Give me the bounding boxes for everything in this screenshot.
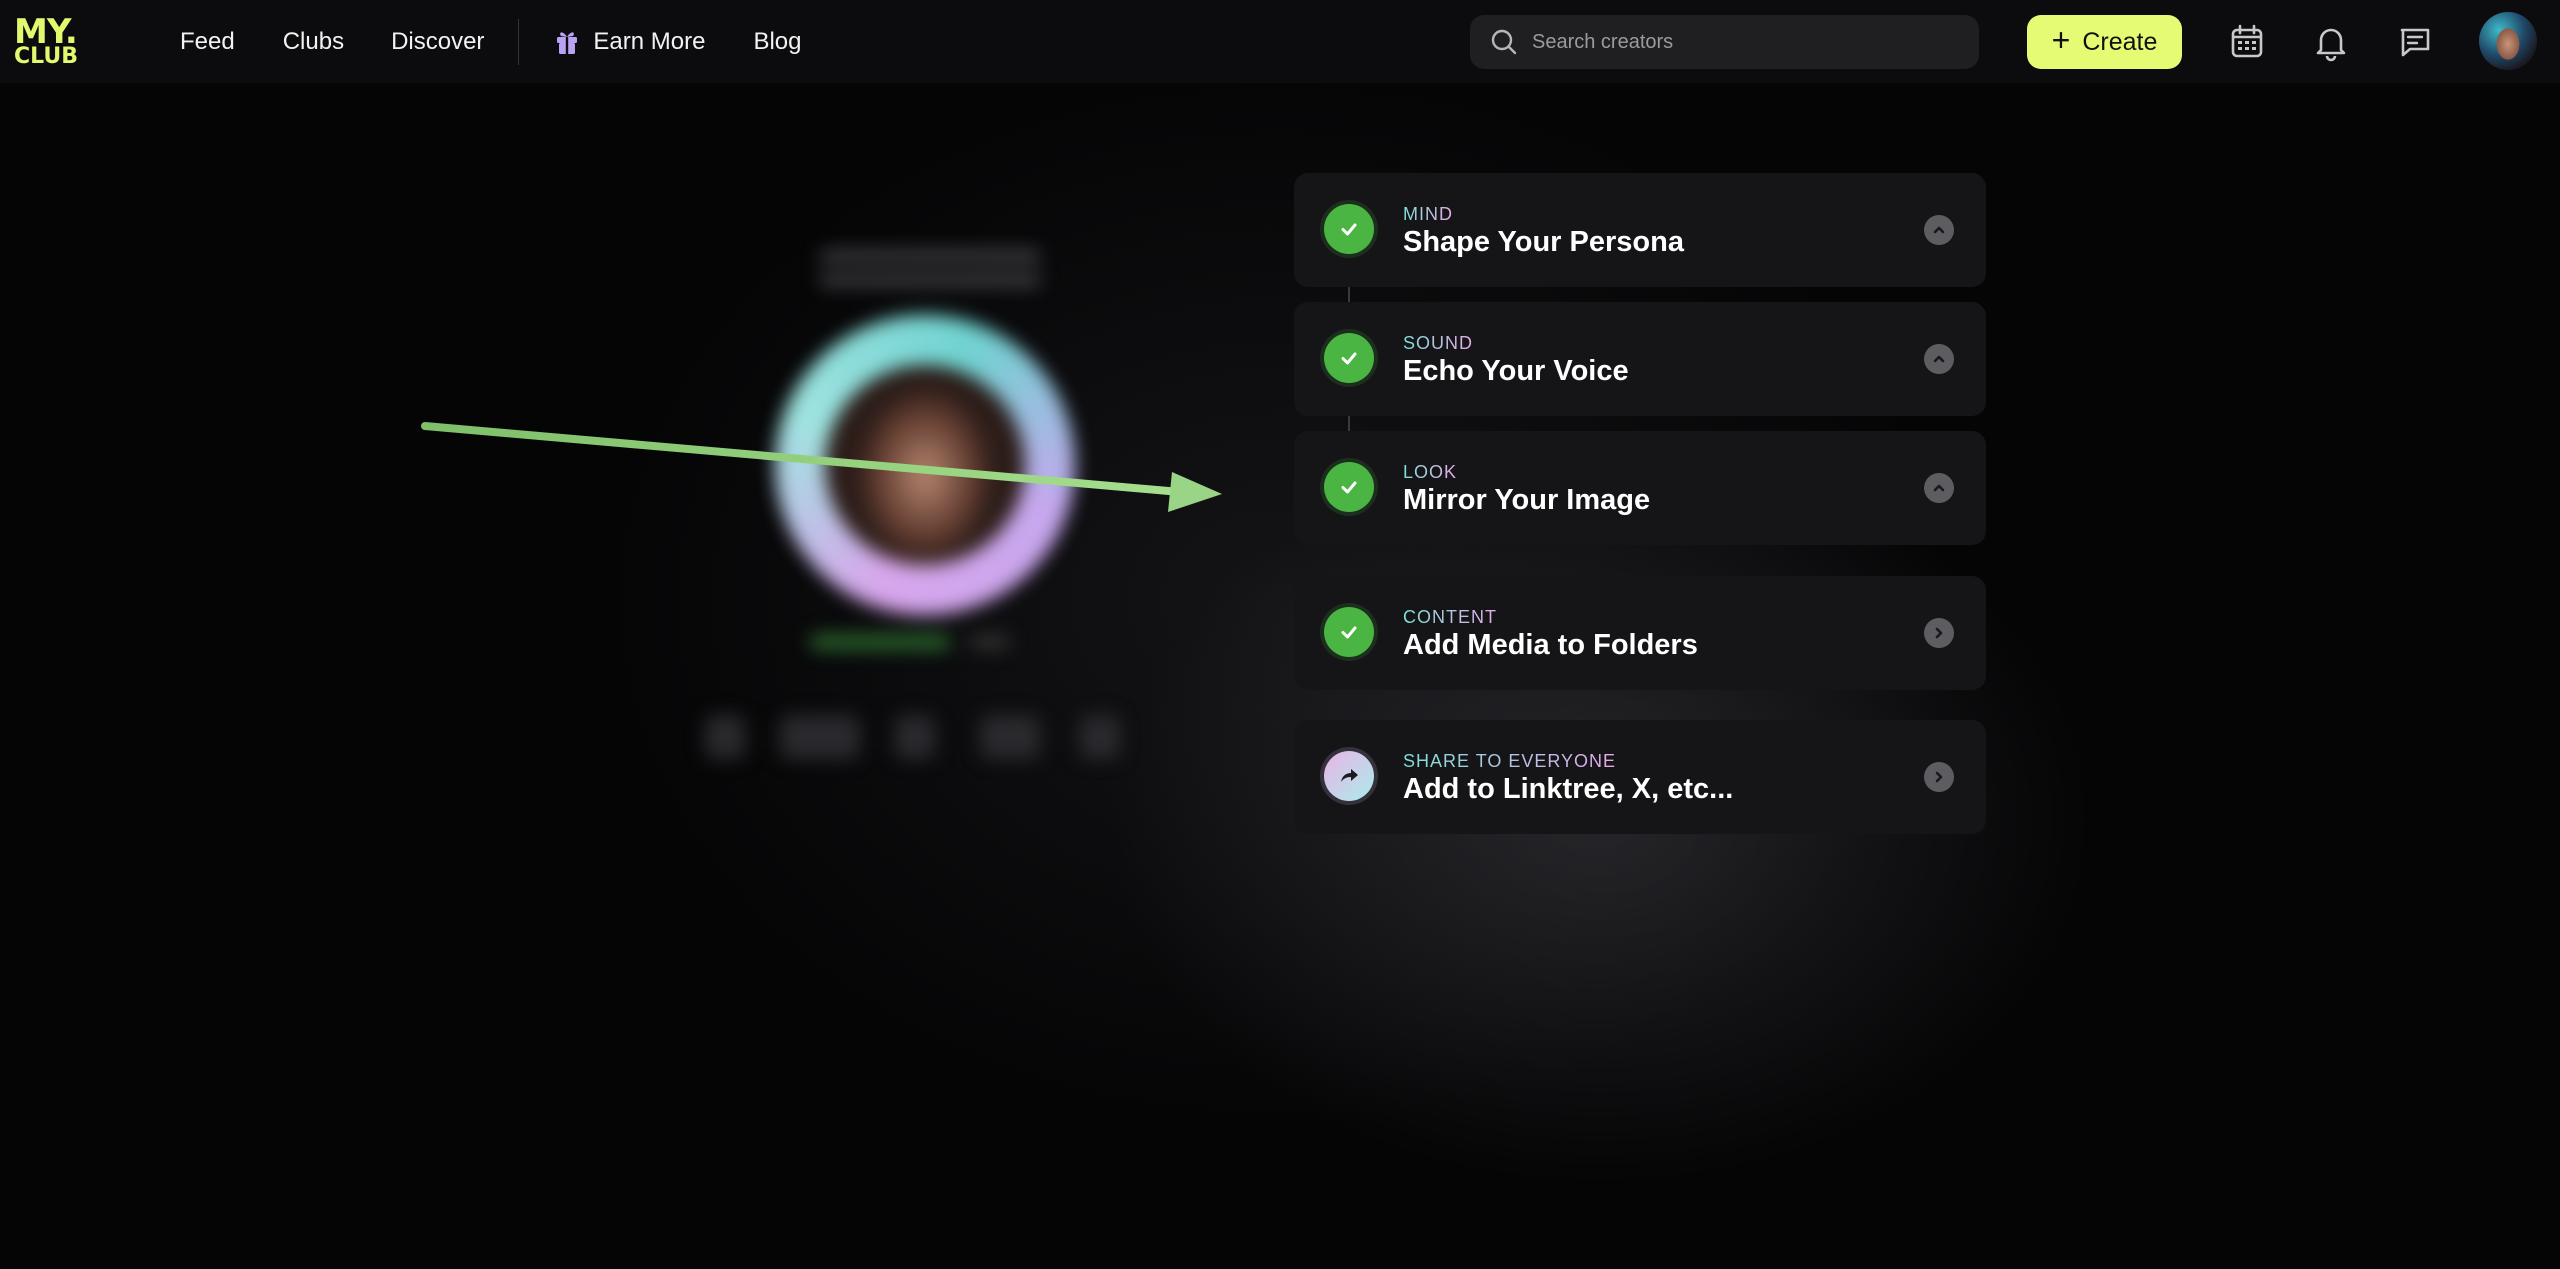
blurred-action [780,715,860,759]
blurred-progress-rest [970,635,1010,649]
gift-icon [557,31,578,54]
step-title: Echo Your Voice [1403,355,1629,387]
step-category: MIND [1403,204,1453,224]
blurred-action [1080,715,1120,759]
blurred-action [980,715,1040,759]
search-input[interactable] [1532,30,1952,54]
nav-earn-more-link[interactable]: Earn More [555,28,705,56]
step-sound[interactable]: SOUND Echo Your Voice [1294,302,1986,416]
page: MY. CLUB Feed Clubs Discover Earn More B… [0,0,2560,1269]
blurred-action [705,715,745,759]
blurred-action [895,715,935,759]
plus-icon: + [2051,22,2071,58]
chevron-up-icon[interactable] [1924,215,1954,245]
create-button-label: Create [2082,27,2158,56]
chevron-right-icon[interactable] [1924,762,1954,792]
step-category: CONTENT [1403,607,1497,627]
calendar-icon[interactable] [2227,22,2267,62]
check-icon [1324,204,1374,254]
nav-discover-link[interactable]: Discover [391,28,484,56]
step-category: SHARE TO EVERYONE [1403,751,1617,771]
blurred-creator-name [784,175,1074,229]
user-avatar[interactable] [2479,12,2537,70]
step-category: LOOK [1403,462,1458,482]
myclub-logo[interactable]: MY. CLUB [14,15,102,70]
step-content[interactable]: CONTENT Add Media to Folders [1294,576,1986,690]
chevron-up-icon[interactable] [1924,344,1954,374]
guide-arrow [421,422,1222,512]
step-title: Add to Linktree, X, etc... [1403,773,1734,805]
chat-icon[interactable] [2395,22,2435,62]
step-title: Mirror Your Image [1403,484,1651,516]
check-icon [1324,462,1374,512]
logo-line-2: CLUB [14,44,79,70]
step-share[interactable]: SHARE TO EVERYONE Add to Linktree, X, et… [1294,720,1986,834]
chevron-up-icon[interactable] [1924,473,1954,503]
check-icon [1324,607,1374,657]
nav-earn-more-label: Earn More [593,27,706,55]
check-icon [1324,333,1374,383]
chevron-right-icon[interactable] [1924,618,1954,648]
step-mind[interactable]: MIND Shape Your Persona [1294,173,1986,287]
top-navigation-bar: MY. CLUB Feed Clubs Discover Earn More B… [0,0,2560,83]
nav-clubs-link[interactable]: Clubs [283,28,344,56]
step-title: Add Media to Folders [1403,629,1698,661]
search-bar[interactable] [1470,15,1979,69]
blurred-progress [810,635,950,649]
step-look[interactable]: LOOK Mirror Your Image [1294,431,1986,545]
search-icon [1491,29,1517,55]
share-icon [1324,751,1374,801]
blurred-bio [820,250,1040,298]
bell-icon[interactable] [2311,22,2351,62]
create-button[interactable]: + Create [2027,15,2182,69]
nav-feed-link[interactable]: Feed [180,28,235,56]
nav-divider [518,18,520,65]
main-nav: Feed Clubs Discover Earn More Blog [180,0,802,83]
step-category: SOUND [1403,333,1474,353]
step-title: Shape Your Persona [1403,226,1684,258]
nav-blog-link[interactable]: Blog [753,28,801,56]
